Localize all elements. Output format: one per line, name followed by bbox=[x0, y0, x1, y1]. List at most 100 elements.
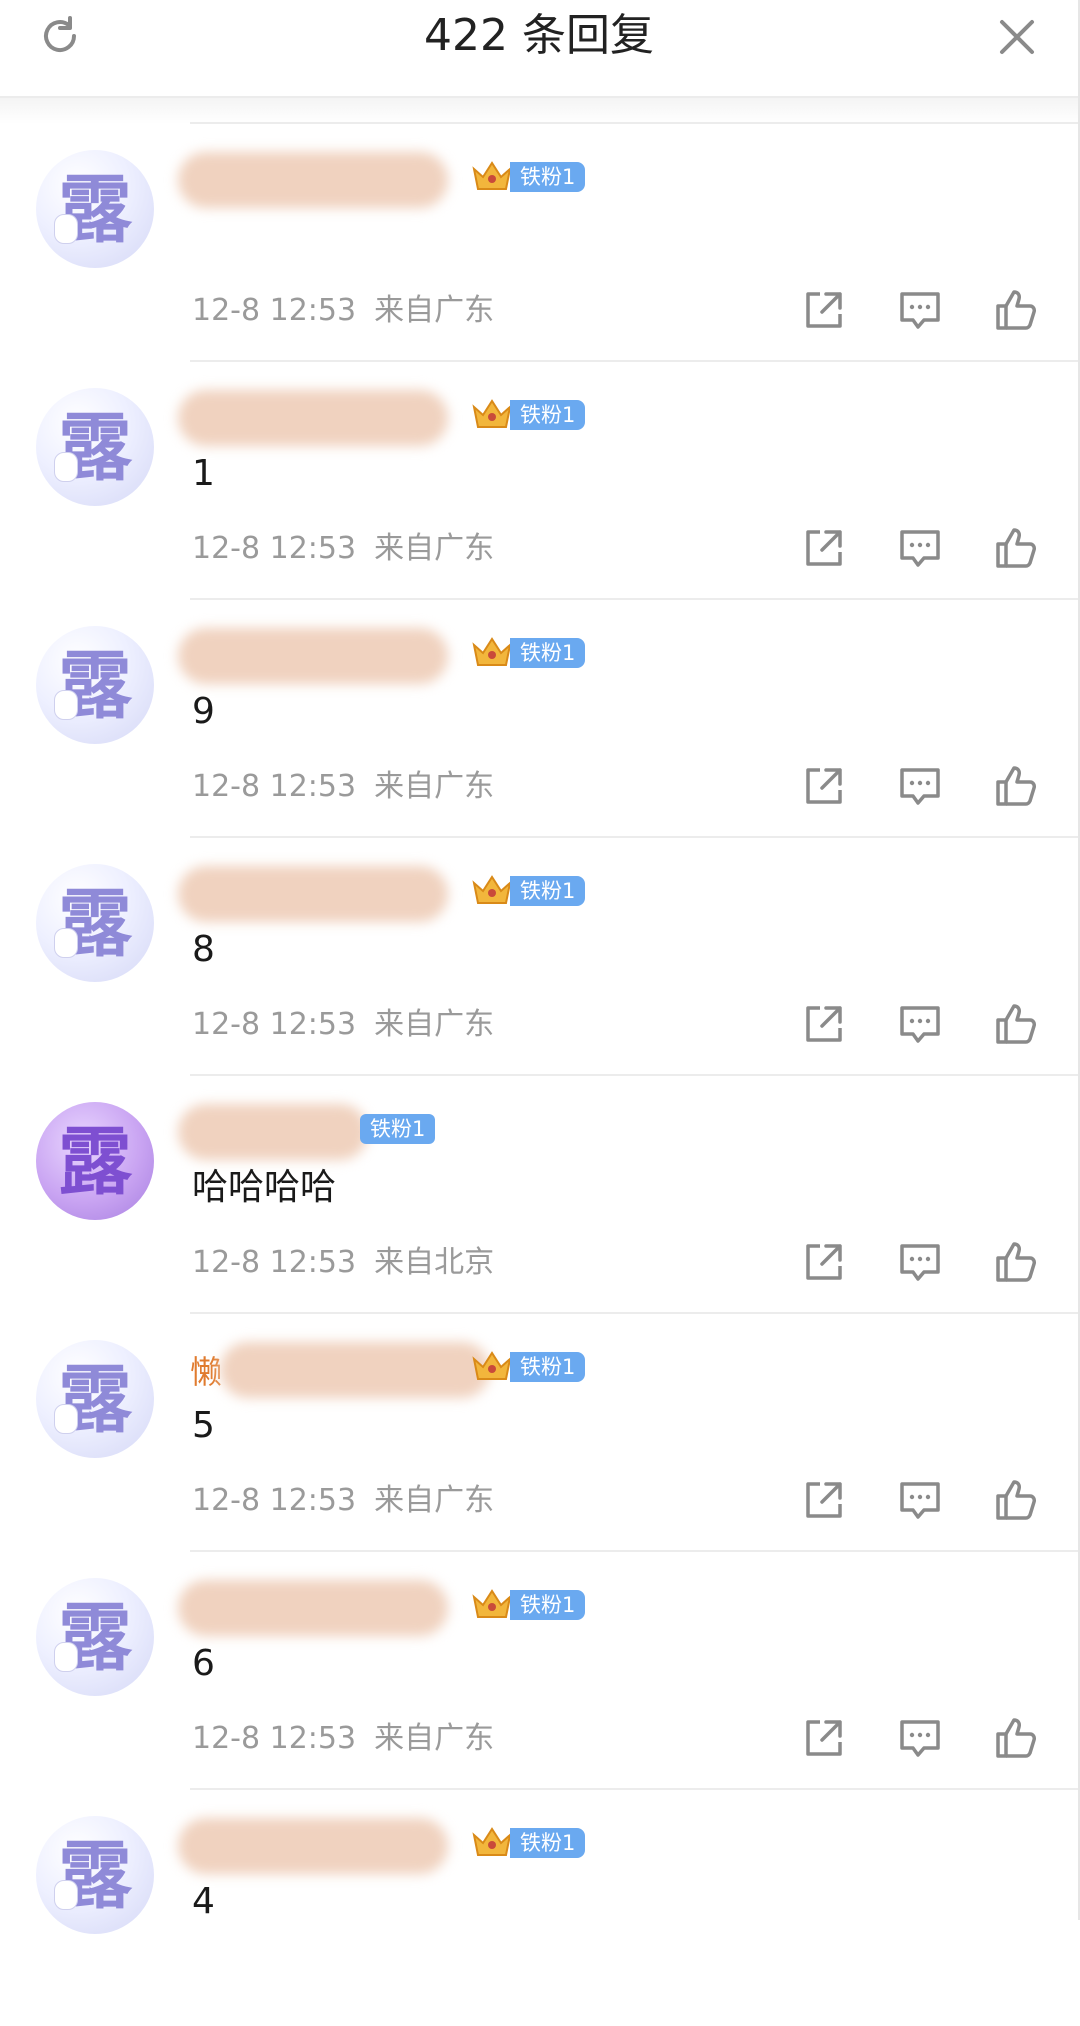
comment-location: 来自广东 bbox=[374, 531, 495, 566]
comment-actions bbox=[800, 1476, 1040, 1524]
fan-badge: 铁粉1 bbox=[470, 872, 586, 910]
comment-actions bbox=[800, 524, 1040, 572]
avatar-seal bbox=[54, 928, 78, 958]
share-icon[interactable] bbox=[800, 286, 848, 334]
username-redacted[interactable] bbox=[178, 866, 448, 922]
comment-text: 5 bbox=[192, 1405, 215, 1446]
like-icon[interactable] bbox=[992, 1714, 1040, 1762]
comment-icon[interactable] bbox=[896, 1238, 944, 1286]
comment-item: 露 铁粉1 哈哈哈哈 12-8 12:53 来自北京 bbox=[0, 1074, 1078, 1312]
comment-location: 来自广东 bbox=[374, 1483, 495, 1518]
avatar[interactable]: 露 bbox=[36, 150, 154, 268]
username-fragment[interactable]: 懒 bbox=[190, 1352, 222, 1392]
comment-item: 露 铁粉1 8 12-8 12:53 来自广东 bbox=[0, 836, 1078, 1074]
page-title: 422 条回复 bbox=[424, 10, 654, 61]
fan-badge-label: 铁粉1 bbox=[510, 400, 586, 430]
avatar[interactable]: 露 bbox=[36, 1102, 154, 1220]
fan-badge: 铁粉1 bbox=[360, 1110, 436, 1148]
comment-text: 4 bbox=[192, 1881, 215, 1922]
comment-text: 8 bbox=[192, 929, 215, 970]
share-icon[interactable] bbox=[800, 1000, 848, 1048]
username-redacted[interactable] bbox=[178, 390, 448, 446]
comment-date: 12-8 12:53 bbox=[192, 1483, 357, 1518]
fan-badge: 铁粉1 bbox=[470, 1824, 586, 1862]
avatar[interactable]: 露 bbox=[36, 626, 154, 744]
comment-location: 来自北京 bbox=[374, 1245, 495, 1280]
comment-location: 来自广东 bbox=[374, 1007, 495, 1042]
fan-badge: 铁粉1 bbox=[470, 158, 586, 196]
share-icon[interactable] bbox=[800, 524, 848, 572]
fan-badge-label: 铁粉1 bbox=[510, 876, 586, 906]
comment-item: 露 铁粉1 4 bbox=[0, 1788, 1078, 2026]
avatar[interactable]: 露 bbox=[36, 864, 154, 982]
avatar-glyph: 露 bbox=[58, 1119, 132, 1205]
comment-meta: 12-8 12:53 来自广东 bbox=[192, 1720, 494, 1758]
crown-icon bbox=[470, 1349, 514, 1385]
crown-icon bbox=[470, 159, 514, 195]
crown-icon bbox=[470, 1587, 514, 1623]
share-icon[interactable] bbox=[800, 1238, 848, 1286]
avatar[interactable]: 露 bbox=[36, 1816, 154, 1934]
comment-icon[interactable] bbox=[896, 286, 944, 334]
avatar[interactable]: 露 bbox=[36, 1578, 154, 1696]
like-icon[interactable] bbox=[992, 1476, 1040, 1524]
like-icon[interactable] bbox=[992, 1000, 1040, 1048]
fan-badge: 铁粉1 bbox=[470, 396, 586, 434]
comment-icon[interactable] bbox=[896, 762, 944, 810]
crown-icon bbox=[470, 873, 514, 909]
reply-header: 422 条回复 bbox=[0, 0, 1078, 98]
username-redacted[interactable] bbox=[178, 152, 448, 208]
avatar-glyph: 露 bbox=[58, 405, 132, 491]
avatar-glyph: 露 bbox=[58, 881, 132, 967]
comment-actions bbox=[800, 286, 1040, 334]
avatar-seal bbox=[54, 1880, 78, 1910]
close-icon[interactable] bbox=[994, 14, 1040, 60]
username-redacted[interactable] bbox=[178, 628, 448, 684]
share-icon[interactable] bbox=[800, 1476, 848, 1524]
share-icon[interactable] bbox=[800, 762, 848, 810]
comment-location: 来自广东 bbox=[374, 769, 495, 804]
fan-badge-label: 铁粉1 bbox=[510, 1352, 586, 1382]
username-redacted[interactable] bbox=[178, 1580, 448, 1636]
comment-list: 露 铁粉1 12-8 12:53 来自广东 露 铁粉1 1 12-8 12:53 来… bbox=[0, 122, 1078, 2026]
avatar-glyph: 露 bbox=[58, 1595, 132, 1681]
like-icon[interactable] bbox=[992, 762, 1040, 810]
comment-text: 9 bbox=[192, 691, 215, 732]
comment-icon[interactable] bbox=[896, 1000, 944, 1048]
comment-actions bbox=[800, 1714, 1040, 1762]
avatar-seal bbox=[54, 452, 78, 482]
avatar-seal bbox=[54, 214, 78, 244]
comment-meta: 12-8 12:53 来自广东 bbox=[192, 1006, 494, 1044]
comment-item: 露 懒 铁粉1 5 12-8 12:53 来自广东 bbox=[0, 1312, 1078, 1550]
comment-meta: 12-8 12:53 来自广东 bbox=[192, 530, 494, 568]
username-redacted[interactable] bbox=[178, 1104, 368, 1160]
comment-icon[interactable] bbox=[896, 1476, 944, 1524]
comment-actions bbox=[800, 1000, 1040, 1048]
like-icon[interactable] bbox=[992, 524, 1040, 572]
like-icon[interactable] bbox=[992, 286, 1040, 334]
comment-date: 12-8 12:53 bbox=[192, 1721, 357, 1756]
avatar[interactable]: 露 bbox=[36, 1340, 154, 1458]
comment-date: 12-8 12:53 bbox=[192, 1007, 357, 1042]
username-redacted[interactable] bbox=[178, 1818, 448, 1874]
comment-item: 露 铁粉1 6 12-8 12:53 来自广东 bbox=[0, 1550, 1078, 1788]
fan-badge: 铁粉1 bbox=[470, 634, 586, 672]
fan-badge-label: 铁粉1 bbox=[510, 162, 586, 192]
comment-icon[interactable] bbox=[896, 524, 944, 572]
comment-date: 12-8 12:53 bbox=[192, 293, 357, 328]
username-redacted[interactable] bbox=[220, 1342, 490, 1398]
avatar-glyph: 露 bbox=[58, 167, 132, 253]
comment-location: 来自广东 bbox=[374, 293, 495, 328]
comment-icon[interactable] bbox=[896, 1714, 944, 1762]
avatar-seal bbox=[54, 690, 78, 720]
comment-text: 哈哈哈哈 bbox=[192, 1167, 337, 1208]
comment-item: 露 铁粉1 9 12-8 12:53 来自广东 bbox=[0, 598, 1078, 836]
comment-item: 露 铁粉1 12-8 12:53 来自广东 bbox=[0, 122, 1078, 360]
like-icon[interactable] bbox=[992, 1238, 1040, 1286]
fan-badge-label: 铁粉1 bbox=[510, 638, 586, 668]
comment-date: 12-8 12:53 bbox=[192, 769, 357, 804]
share-icon[interactable] bbox=[800, 1714, 848, 1762]
comment-date: 12-8 12:53 bbox=[192, 531, 357, 566]
fan-badge-label: 铁粉1 bbox=[360, 1114, 436, 1144]
avatar[interactable]: 露 bbox=[36, 388, 154, 506]
